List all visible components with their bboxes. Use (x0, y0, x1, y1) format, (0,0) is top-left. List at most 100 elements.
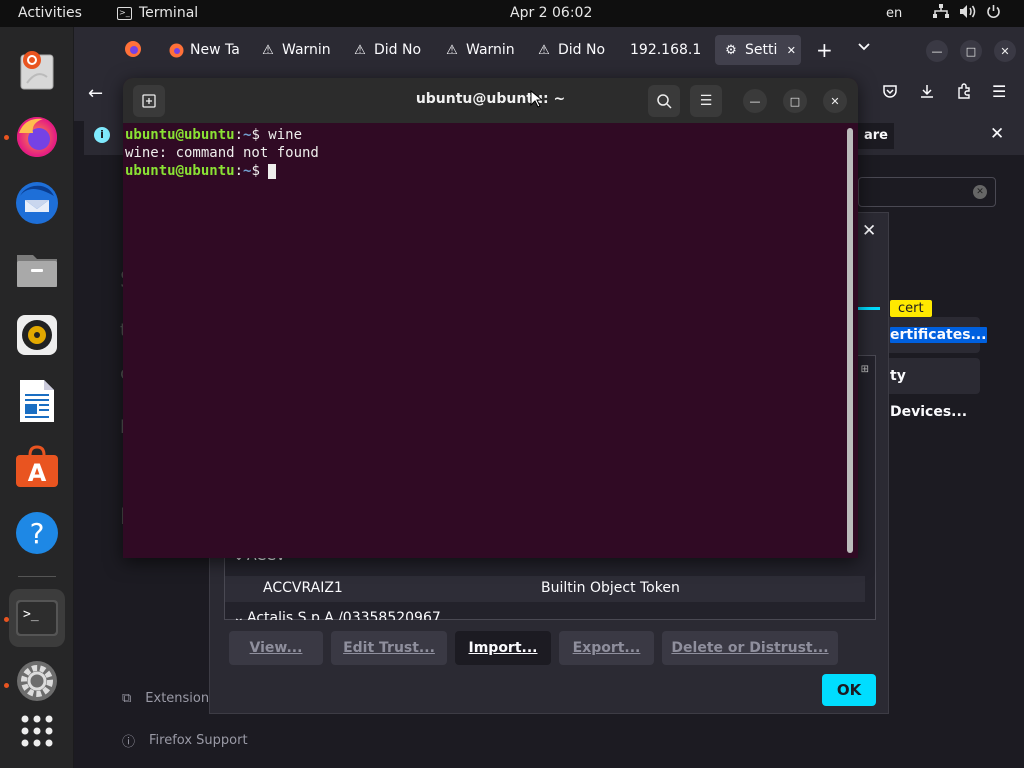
minimize-icon[interactable]: — (743, 89, 767, 113)
expander-icon[interactable]: ⌄ (233, 610, 245, 620)
app-store-icon: A (16, 445, 58, 487)
dock-item-firefox[interactable] (13, 113, 61, 161)
warning-icon: ⚠ (354, 42, 366, 58)
puzzle-icon: ⧉ (122, 691, 132, 706)
tab-settings[interactable]: ⚙ Setti ✕ (715, 35, 801, 65)
tab-did-not-1[interactable]: ⚠ Did No (352, 35, 424, 65)
firefox-view-icon[interactable] (124, 40, 142, 62)
dock-item-files[interactable] (13, 245, 61, 293)
dock-item-writer[interactable] (13, 377, 61, 425)
ubuntu-icon (20, 51, 54, 90)
extensions-link[interactable]: ⧉ Extension (122, 691, 209, 706)
tab-bar: New Ta ⚠ Warnin ⚠ Did No ⚠ Warnin ⚠ Did … (74, 27, 1024, 71)
search-highlight: cert (890, 300, 932, 317)
delete-or-distrust-button[interactable]: Delete or Distrust... (662, 631, 838, 665)
import-button[interactable]: Import... (455, 631, 551, 665)
command-text: $ wine (251, 127, 303, 143)
terminal-icon: >_ (117, 6, 132, 20)
ok-button[interactable]: OK (822, 674, 876, 706)
app-menu-label: Terminal (139, 5, 199, 21)
extensions-icon[interactable] (956, 83, 972, 103)
command-text: $ (251, 163, 260, 179)
edit-trust-button[interactable]: Edit Trust... (331, 631, 447, 665)
warning-icon: ⚠ (446, 42, 458, 58)
column-picker-icon[interactable]: ⊞ (861, 364, 869, 375)
clock[interactable]: Apr 2 06:02 (510, 5, 592, 21)
firefox-icon (17, 117, 57, 157)
terminal-line: ubuntu@ubuntu:~$ wine (125, 127, 303, 143)
language-indicator[interactable]: en (886, 6, 902, 21)
prompt-user: ubuntu@ubuntu (125, 163, 235, 179)
tab-new-tab[interactable]: New Ta (168, 35, 240, 65)
close-tab-icon[interactable]: ✕ (783, 42, 799, 58)
pocket-icon[interactable] (882, 83, 898, 103)
gear-icon (17, 661, 57, 701)
clear-search-icon[interactable]: ✕ (973, 185, 987, 199)
maximize-icon[interactable]: □ (783, 89, 807, 113)
view-button[interactable]: View... (229, 631, 323, 665)
running-indicator (4, 135, 9, 140)
dock-item-thunderbird[interactable] (13, 179, 61, 227)
group-label: Actalis S.p.A./03358520967 (247, 610, 441, 620)
close-dialog-icon[interactable]: ✕ (862, 221, 876, 241)
activities-button[interactable]: Activities (18, 5, 82, 21)
thunderbird-icon (16, 182, 58, 224)
help-icon: ? (16, 512, 58, 554)
dock-item-help[interactable]: ? (13, 509, 61, 557)
terminal-header-bar[interactable]: ubuntu@ubuntu: ~ ☰ — □ ✕ (123, 78, 858, 123)
firefox-support-link[interactable]: ⓘ Firefox Support (122, 731, 248, 750)
warning-icon: ⚠ (538, 42, 550, 58)
terminal-screen[interactable]: ubuntu@ubuntu:~$ wine wine: command not … (125, 126, 845, 556)
dock-item-software[interactable]: A (13, 443, 61, 491)
network-icon (933, 4, 949, 23)
gear-icon: ⚙ (725, 42, 737, 58)
dock-item-settings[interactable] (13, 657, 61, 705)
tab-label: Setti (745, 42, 778, 58)
downloads-icon[interactable] (919, 83, 935, 103)
search-icon[interactable] (648, 85, 680, 117)
back-arrow-icon[interactable]: ← (88, 83, 103, 104)
terminal-line: ubuntu@ubuntu:~$ (125, 162, 845, 180)
running-indicator (4, 683, 9, 688)
tab-label: Did No (558, 42, 606, 58)
info-icon: i (94, 127, 110, 143)
export-button[interactable]: Export... (559, 631, 654, 665)
table-row[interactable]: ACCVRAIZ1 Builtin Object Token (225, 576, 865, 602)
tab-warning-2[interactable]: ⚠ Warnin (444, 35, 514, 65)
close-notification-icon[interactable]: ✕ (990, 124, 1004, 144)
dock-item-ubuntu-installer[interactable] (13, 47, 61, 95)
cursor (268, 163, 277, 179)
tab-did-not-2[interactable]: ⚠ Did No (536, 35, 608, 65)
minimize-window-icon[interactable]: — (926, 40, 948, 62)
close-icon[interactable]: ✕ (823, 89, 847, 113)
list-item[interactable]: ⌄ Actalis S.p.A./03358520967 (225, 608, 875, 620)
button-label: ty Devices... (890, 368, 968, 420)
music-icon (17, 315, 57, 355)
system-tray[interactable] (933, 4, 1001, 23)
tab-list-chevron-icon[interactable] (857, 40, 871, 56)
tab-warning-1[interactable]: ⚠ Warnin (260, 35, 330, 65)
menu-icon[interactable]: ☰ (690, 85, 722, 117)
close-window-icon[interactable]: ✕ (994, 40, 1016, 62)
tab-label: New Ta (190, 42, 240, 58)
dock-item-app-grid[interactable] (13, 707, 61, 755)
tab-ip-address[interactable]: 192.168.1. (630, 35, 700, 65)
top-bar: Activities >_ Terminal Apr 2 06:02 en (0, 0, 1024, 27)
running-indicator (4, 617, 9, 622)
active-tab-indicator (856, 307, 880, 310)
dock-item-terminal[interactable]: >_ (9, 589, 65, 647)
terminal-window: ubuntu@ubuntu: ~ ☰ — □ ✕ ubuntu@ubuntu:~… (123, 78, 858, 558)
hamburger-menu-icon[interactable]: ☰ (992, 82, 1006, 101)
app-menu[interactable]: >_ Terminal (117, 5, 198, 21)
cert-token: Builtin Object Token (541, 580, 680, 596)
new-tab-icon[interactable]: + (816, 38, 833, 62)
svg-text:A: A (28, 459, 47, 487)
prompt-user: ubuntu@ubuntu (125, 127, 235, 143)
mouse-cursor-icon (530, 90, 542, 108)
dock-item-rhythmbox[interactable] (13, 311, 61, 359)
maximize-window-icon[interactable]: □ (960, 40, 982, 62)
terminal-line: wine: command not found (125, 145, 319, 161)
scrollbar[interactable] (847, 128, 853, 553)
folder-icon (17, 255, 57, 287)
settings-search-input[interactable]: ✕ (858, 177, 996, 207)
